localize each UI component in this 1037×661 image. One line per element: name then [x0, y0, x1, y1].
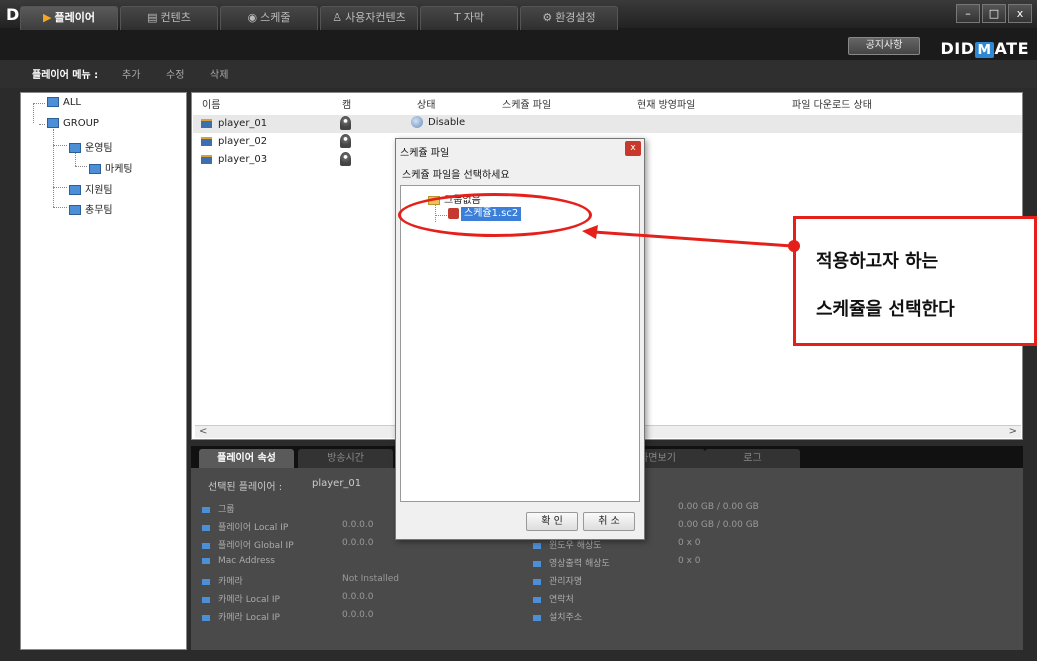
tree-node-marketing[interactable]: 마케팅: [89, 160, 133, 175]
prop-value: 0 x 0: [678, 556, 701, 566]
prop-label: 관리자명: [533, 574, 582, 587]
status-dot-icon: [411, 116, 423, 128]
notice-button[interactable]: 공지사항: [848, 37, 920, 55]
property-icon: [533, 560, 541, 567]
webcam-icon: [340, 116, 351, 130]
tree-node-general-affairs[interactable]: 총무팀: [69, 201, 113, 216]
scroll-left-icon[interactable]: <: [199, 426, 207, 437]
prop-value: 0.00 GB / 0.00 GB: [678, 520, 759, 530]
property-icon: [533, 614, 541, 621]
tab-contents[interactable]: ▤ 컨텐츠: [120, 6, 218, 30]
annotation-line-1: 적용하고자 하는: [816, 251, 939, 272]
tree-node-all[interactable]: ALL: [47, 97, 81, 108]
prop-value: 0.00 GB / 0.00 GB: [678, 502, 759, 512]
user-content-icon: ♙: [332, 11, 343, 24]
prop-label: 연락처: [533, 592, 574, 605]
annotation-box: 적용하고자 하는 스케쥴을 선택한다: [793, 216, 1037, 346]
play-icon: ▶: [43, 11, 52, 24]
close-button[interactable]: x: [1008, 4, 1032, 23]
property-icon: [533, 596, 541, 603]
menu-bar: [0, 60, 1037, 88]
tab-settings[interactable]: ⚙ 환경설정: [520, 6, 618, 30]
prop-label: 카메라 Local IP: [202, 610, 280, 623]
annotation-ellipse: [398, 193, 592, 237]
tv-icon: [201, 118, 212, 128]
maximize-button[interactable]: □: [982, 4, 1006, 23]
tab-broadcast-time[interactable]: 방송시간: [298, 449, 393, 468]
prop-value: 0.0.0.0: [342, 520, 374, 530]
group-icon: [69, 205, 81, 215]
prop-label: 설치주소: [533, 610, 582, 623]
folder-icon: [47, 97, 59, 107]
prop-label: 영상출력 해상도: [533, 556, 610, 569]
folder-icon: [47, 118, 59, 128]
menu-edit[interactable]: 수정: [166, 66, 184, 81]
property-icon: [533, 542, 541, 549]
annotation-arrow: [582, 225, 793, 248]
property-icon: [202, 506, 210, 513]
menu-add[interactable]: 추가: [122, 66, 140, 81]
tv-icon: [201, 154, 212, 164]
menu-label: 플레이어 메뉴 :: [32, 70, 99, 81]
group-icon: [69, 185, 81, 195]
column-status[interactable]: 상태: [417, 96, 435, 111]
prop-label: Mac Address: [202, 556, 275, 566]
group-icon: [89, 164, 101, 174]
property-icon: [202, 524, 210, 531]
property-icon: [533, 578, 541, 585]
menu-delete[interactable]: 삭제: [210, 66, 228, 81]
property-icon: [202, 542, 210, 549]
column-name[interactable]: 이름: [202, 96, 220, 111]
brand-logo: DID M ATE: [940, 39, 1029, 58]
annotation-dot: [788, 240, 800, 252]
tab-subtitle[interactable]: T 자막: [420, 6, 518, 30]
cancel-button[interactable]: 취 소: [583, 512, 635, 531]
property-icon: [202, 596, 210, 603]
tab-schedule[interactable]: ◉ 스케줄: [220, 6, 318, 30]
tree-node-group[interactable]: GROUP: [47, 118, 99, 129]
selected-player-label: 선택된 플레이어 :: [208, 482, 283, 493]
selected-player-value: player_01: [312, 478, 362, 489]
webcam-icon: [340, 134, 351, 148]
scroll-right-icon[interactable]: >: [1009, 426, 1017, 437]
tab-user-content[interactable]: ♙ 사용자컨텐츠: [320, 6, 418, 30]
prop-value: 0.0.0.0: [342, 610, 374, 620]
tab-player-properties[interactable]: 플레이어 속성: [199, 449, 294, 468]
column-download-status[interactable]: 파일 다운로드 상태: [792, 96, 872, 111]
prop-label: 카메라: [202, 574, 243, 587]
annotation-line-2: 스케쥴을 선택한다: [816, 299, 955, 320]
subtitle-icon: T: [454, 11, 461, 24]
prop-label: 그룹: [202, 502, 235, 515]
property-icon: [202, 578, 210, 585]
prop-label: 플레이어 Global IP: [202, 538, 294, 551]
ok-button[interactable]: 확 인: [526, 512, 578, 531]
dialog-title: 스케쥴 파일: [400, 148, 450, 159]
dialog-close-button[interactable]: x: [625, 141, 641, 156]
tab-log[interactable]: 로그: [705, 449, 800, 468]
schedule-icon: ◉: [247, 11, 258, 24]
content-icon: ▤: [147, 11, 158, 24]
property-icon: [202, 557, 210, 564]
webcam-icon: [340, 152, 351, 166]
table-row[interactable]: player_01 Disable: [193, 115, 1022, 133]
column-cam[interactable]: 캠: [342, 96, 351, 111]
column-current-file[interactable]: 현재 방영파일: [637, 96, 695, 111]
prop-label: 카메라 Local IP: [202, 592, 280, 605]
prop-value: 0.0.0.0: [342, 592, 374, 602]
prop-label: 플레이어 Local IP: [202, 520, 288, 533]
minimize-button[interactable]: –: [956, 4, 980, 23]
settings-icon: ⚙: [542, 11, 553, 24]
tree-node-support[interactable]: 지원팀: [69, 181, 113, 196]
group-tree: ALL GROUP 운영팀 마케팅 지원팀 총무팀: [20, 92, 187, 650]
column-schedule-file[interactable]: 스케쥴 파일: [502, 96, 551, 111]
prop-value: 0.0.0.0: [342, 538, 374, 548]
property-icon: [202, 614, 210, 621]
tv-icon: [201, 136, 212, 146]
prop-value: 0 x 0: [678, 538, 701, 548]
tab-player[interactable]: ▶ 플레이어: [20, 6, 118, 30]
prop-value: Not Installed: [342, 574, 399, 584]
dialog-prompt: 스케쥴 파일을 선택하세요: [402, 170, 510, 181]
